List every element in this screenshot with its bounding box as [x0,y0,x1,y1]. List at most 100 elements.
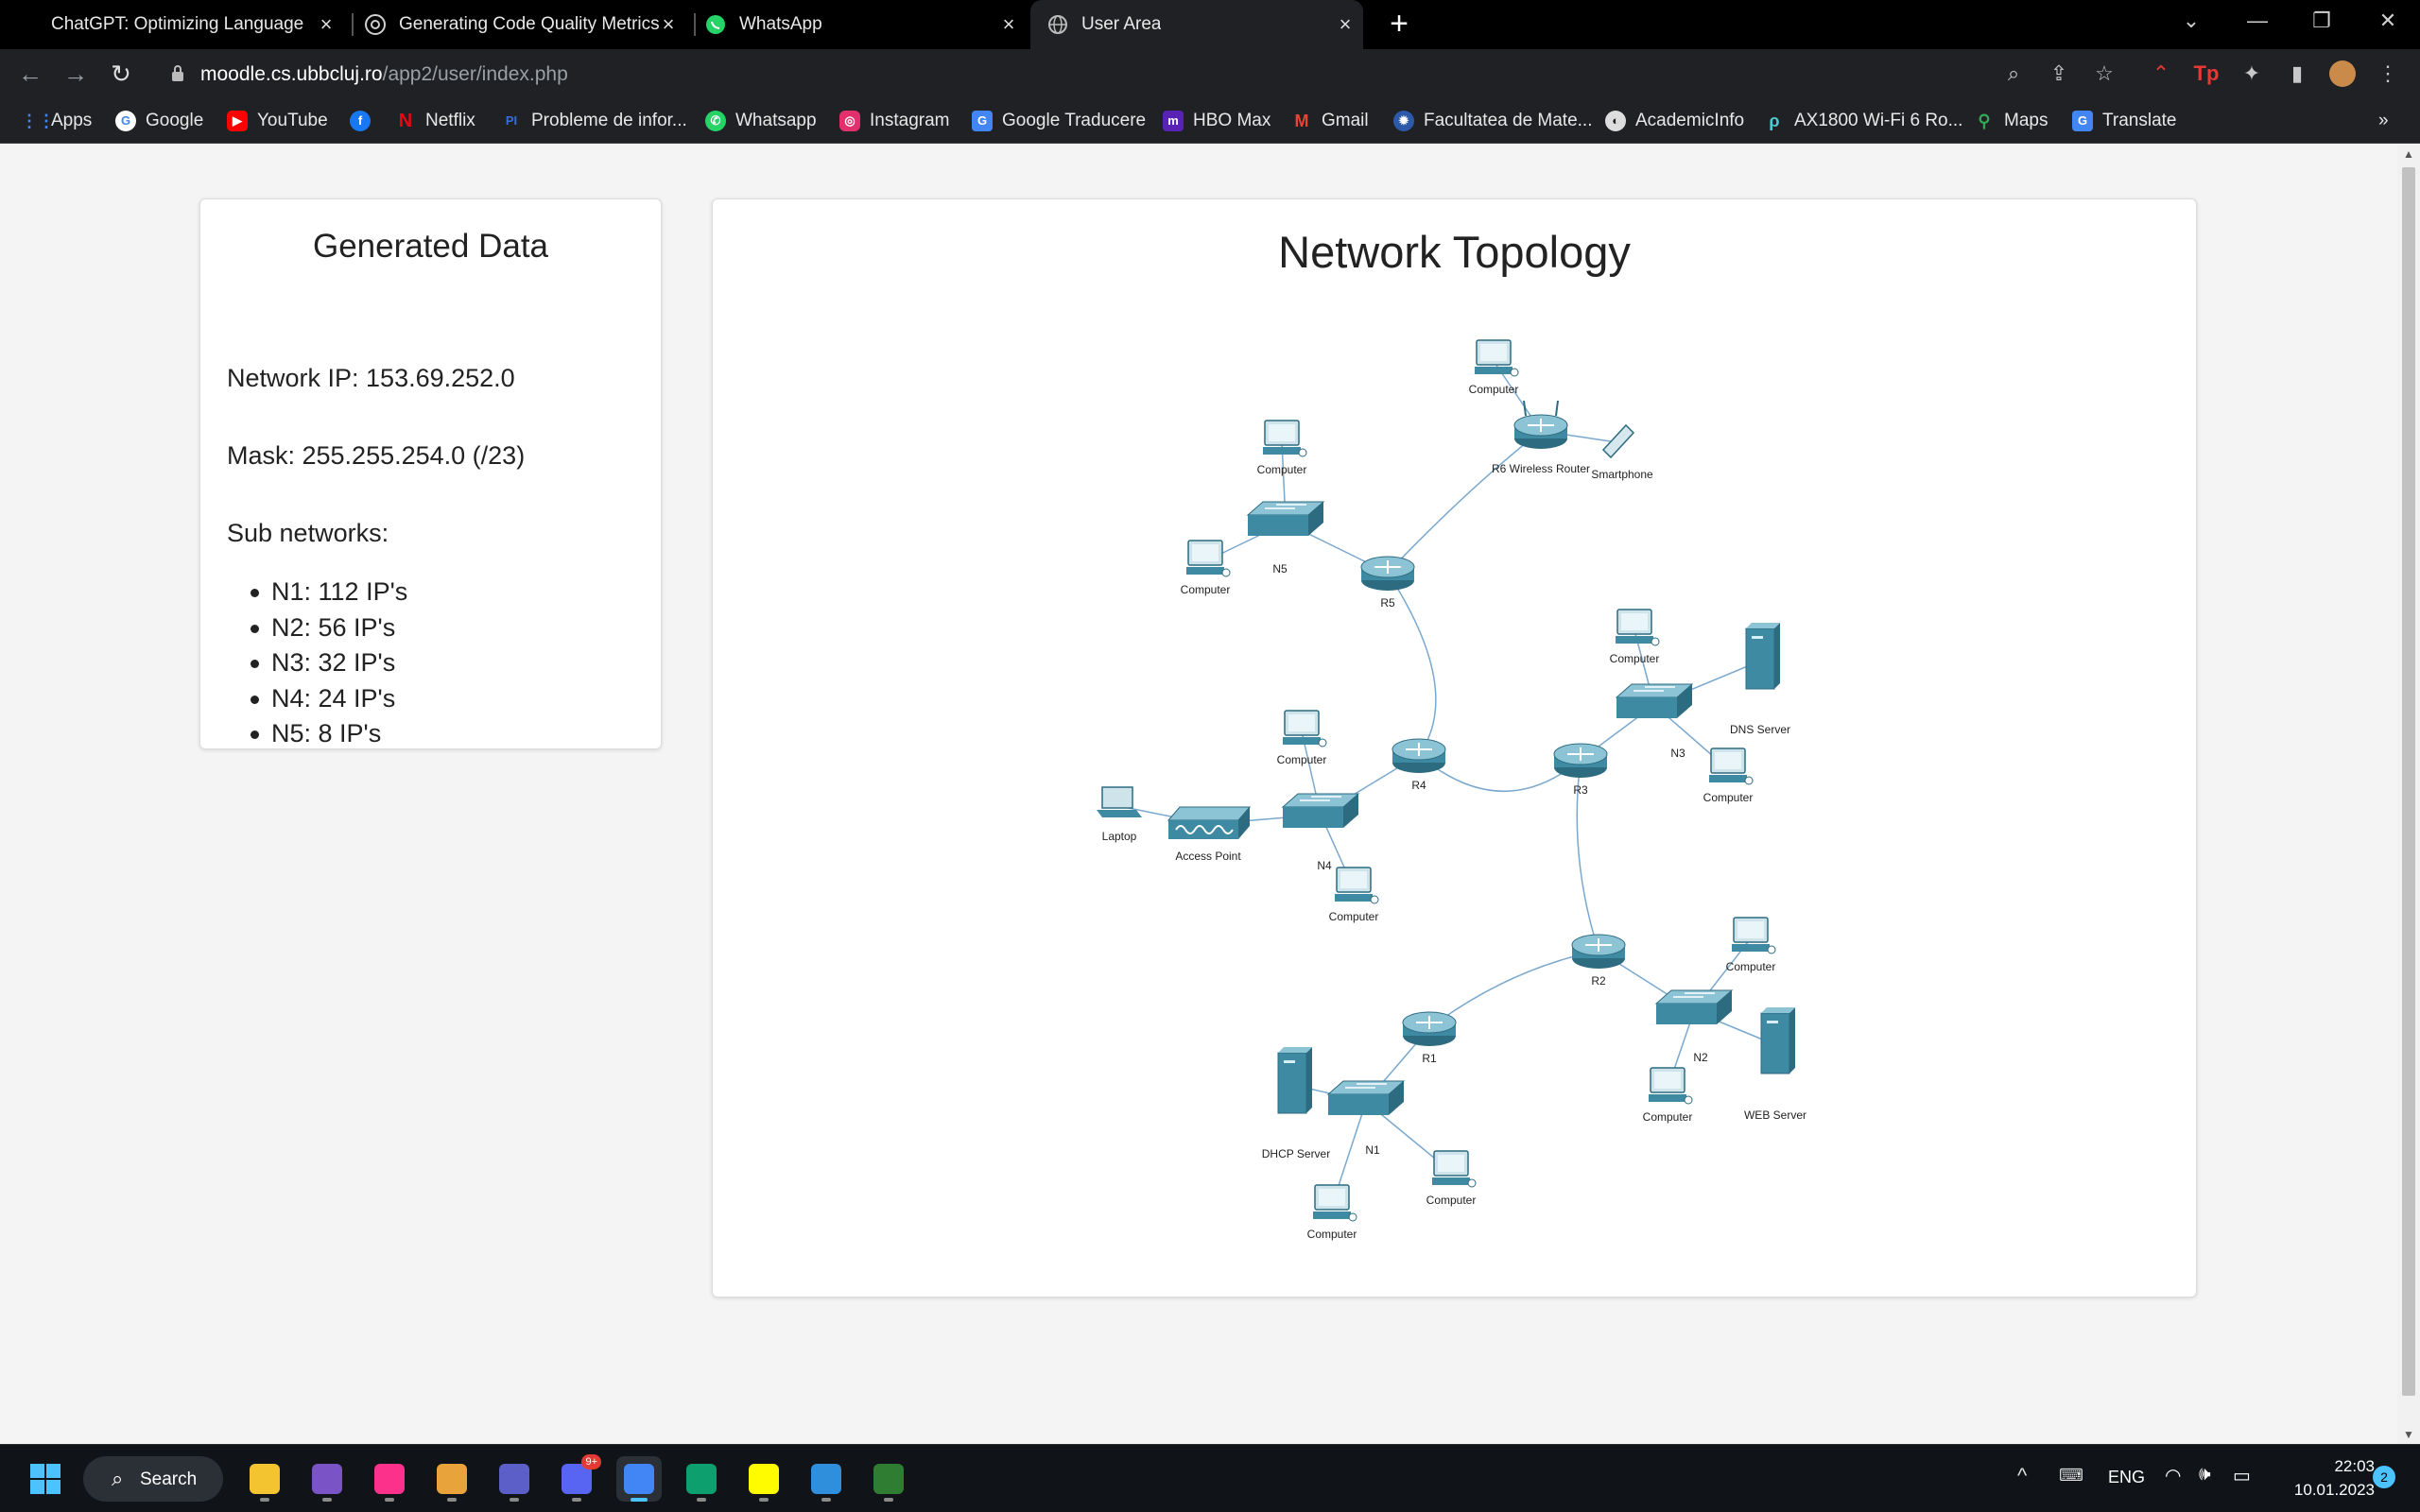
tab-chatgpt-optimizing[interactable]: ChatGPT: Optimizing Language M × [51,0,344,49]
side-panel-icon[interactable]: ▮ [2282,59,2312,89]
battery-icon[interactable]: ▭ [2233,1464,2251,1487]
tplink-icon: ρ [1769,112,1780,130]
close-icon[interactable]: × [1333,12,1357,37]
close-icon[interactable]: × [314,12,338,37]
zoom-icon[interactable]: ⌕ [1998,59,2029,89]
page-scrollbar[interactable]: ▲ ▼ [2397,145,2420,1444]
page-content: Generated Data Network IP: 153.69.252.0 … [0,145,2397,1444]
taskbar-app-photos-editor[interactable] [429,1456,475,1502]
taskbar-app-packet-tracer[interactable] [866,1456,911,1502]
academicinfo-icon: ◐ [1605,111,1626,131]
bookmark-star-icon[interactable]: ☆ [2089,59,2119,89]
device-server-icon [1745,623,1780,690]
whatsapp-icon: ✆ [705,111,726,131]
close-icon[interactable]: × [996,12,1021,37]
tab-search-chevron-icon[interactable]: ⌄ [2161,0,2221,42]
tab-title: ChatGPT: Optimizing Language M [51,14,304,34]
keyboard-icon[interactable]: ⌨ [2059,1466,2083,1486]
tab-generating-code-quality[interactable]: Generating Code Quality Metrics × [365,0,686,49]
taskbar-app-paint[interactable] [804,1456,849,1502]
start-button[interactable] [23,1456,68,1502]
university-icon: ✹ [1393,111,1414,131]
device-label: WEB Server [1744,1108,1806,1122]
scroll-down-icon[interactable]: ▼ [2397,1425,2420,1444]
device-label: Computer [1181,583,1231,596]
wifi-icon[interactable]: ◠ [2165,1464,2181,1487]
running-indicator [510,1498,519,1502]
volume-icon[interactable]: 🕪 [2199,1464,2211,1486]
new-tab-button[interactable]: + [1384,8,1414,40]
bookmark-google[interactable]: G Google [115,108,203,134]
bookmark-translate[interactable]: G Translate [2072,108,2177,134]
device-computer-icon [1649,1067,1693,1105]
bookmarks-overflow-button[interactable]: » [2378,108,2389,134]
device-label: Computer [1469,383,1519,396]
tab-user-area[interactable]: User Area × [1030,0,1363,49]
pbinfo-icon: PI [505,113,518,128]
bookmark-academicinfo[interactable]: ◐ AcademicInfo [1605,108,1744,134]
device-label: Computer [1257,463,1307,476]
taskbar-app-snapchat[interactable] [741,1456,786,1502]
bookmark-facultatea[interactable]: ✹ Facultatea de Mate... [1393,108,1593,134]
taskbar-app-intellij[interactable] [367,1456,412,1502]
list-item: N4: 24 IP's [250,681,407,717]
bookmark-probleme-de-informatica[interactable]: PI Probleme de infor... [501,108,687,134]
restore-button[interactable]: ❐ [2291,0,2352,42]
close-window-button[interactable]: ✕ [2358,0,2418,42]
taskbar-search[interactable]: ⌕ Search [83,1456,223,1502]
device-router-icon [1392,738,1446,773]
paint-icon [811,1464,841,1494]
device-label: DHCP Server [1262,1147,1330,1160]
device-computer-icon [1335,867,1379,904]
extension-icon[interactable]: ⌃ [2146,59,2176,89]
bookmark-ax1800[interactable]: ρ AX1800 Wi-Fi 6 Ro... [1764,108,1962,134]
device-label: Computer [1610,652,1660,665]
facebook-icon: f [350,111,371,131]
taskbar-app-teams[interactable] [492,1456,537,1502]
bookmark-whatsapp[interactable]: ✆ Whatsapp [705,108,817,134]
tab-whatsapp[interactable]: WhatsApp × [705,0,1027,49]
bookmark-gmail[interactable]: M Gmail [1291,108,1369,134]
device-label: R6 Wireless Router [1492,462,1590,475]
bookmark-apps[interactable]: ⋮⋮ Apps [21,108,92,134]
bookmark-maps[interactable]: ⚲ Maps [1974,108,2048,134]
clock[interactable]: 22:03 10.01.2023 [2269,1454,2375,1502]
profile-avatar[interactable] [2327,59,2358,89]
notification-badge[interactable]: 2 [2373,1466,2395,1488]
share-icon[interactable]: ⇪ [2044,59,2074,89]
bookmark-instagram[interactable]: ◎ Instagram [839,108,949,134]
menu-kebab-icon[interactable]: ⋮ [2373,59,2403,89]
subnet-list: N1: 112 IP's N2: 56 IP's N3: 32 IP's N4:… [250,575,407,752]
reload-button[interactable]: ↻ [106,59,136,89]
device-label: R4 [1411,779,1426,792]
taskbar-app-chrome[interactable] [616,1456,662,1502]
taskbar-app-edge[interactable] [679,1456,724,1502]
device-switch-icon [1281,793,1360,828]
mask-text: Mask: 255.255.254.0 (/23) [227,441,526,470]
forward-button[interactable]: → [60,59,91,89]
taskbar-app-file-explorer[interactable] [242,1456,287,1502]
back-button[interactable]: ← [15,59,45,89]
device-label: Computer [1329,910,1379,923]
bookmark-youtube[interactable]: ▶ YouTube [227,108,328,134]
bookmark-google-traducere[interactable]: G Google Traducere [972,108,1146,134]
extension-tp-icon[interactable]: Tp [2191,59,2221,89]
taskbar-app-visual-studio[interactable] [304,1456,350,1502]
language-indicator[interactable]: ENG [2108,1468,2145,1487]
bookmark-netflix[interactable]: N Netflix [395,108,475,134]
taskbar-app-discord[interactable]: 9+ [554,1454,601,1502]
minimize-button[interactable]: — [2227,0,2288,42]
close-icon[interactable]: × [656,12,681,37]
scroll-up-icon[interactable]: ▲ [2397,145,2420,163]
device-router-icon [1571,934,1626,969]
bookmark-hbo-max[interactable]: m HBO Max [1163,108,1270,134]
show-hidden-icons[interactable]: ^ [2017,1464,2027,1488]
device-computer-icon [1263,420,1307,457]
extensions-puzzle-icon[interactable]: ✦ [2237,59,2267,89]
scroll-thumb[interactable] [2402,167,2415,1396]
device-switch-icon [1246,501,1325,536]
bookmark-facebook[interactable]: f [350,108,380,134]
gmail-icon: M [1294,112,1309,130]
intellij-icon [374,1464,405,1494]
address-bar[interactable]: moodle.cs.ubbcluj.ro/app2/user/index.php [155,55,2087,93]
